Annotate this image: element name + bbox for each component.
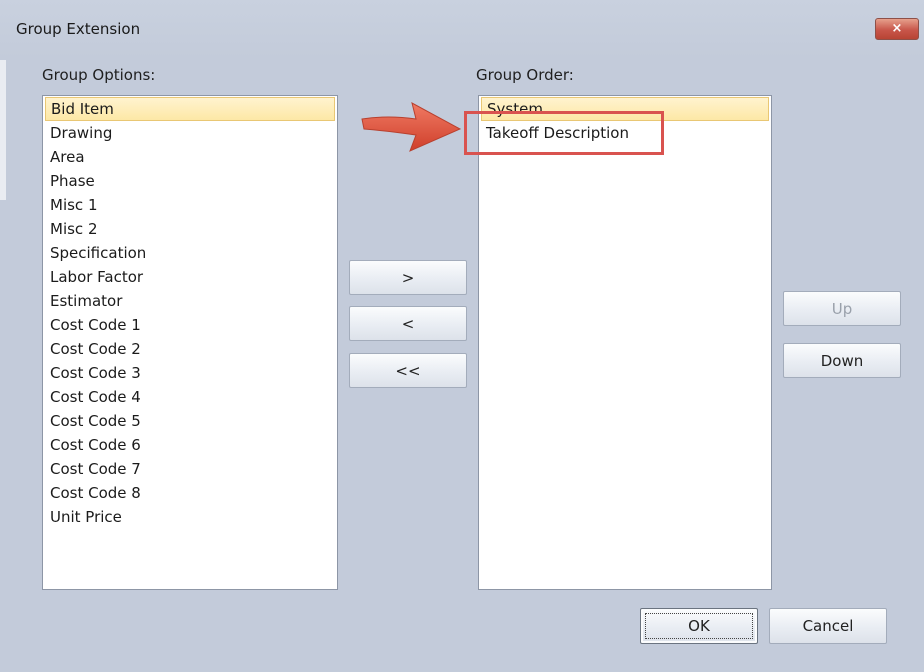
list-item[interactable]: Labor Factor	[45, 265, 335, 289]
annotation-arrow-icon	[361, 102, 462, 152]
window-title: Group Extension	[16, 20, 141, 38]
group-extension-dialog: Group Extension × Group Options: Bid Ite…	[0, 0, 924, 672]
list-item[interactable]: Bid Item	[45, 97, 335, 121]
remove-all-button[interactable]: <<	[349, 353, 467, 388]
list-item[interactable]: Specification	[45, 241, 335, 265]
title-bar: Group Extension ×	[0, 0, 924, 58]
focus-rectangle	[645, 613, 753, 639]
list-item[interactable]: Misc 1	[45, 193, 335, 217]
list-item[interactable]: Cost Code 3	[45, 361, 335, 385]
group-options-label: Group Options:	[42, 66, 156, 84]
list-item[interactable]: Misc 2	[45, 217, 335, 241]
group-order-list[interactable]: System Takeoff Description	[478, 95, 772, 590]
list-item[interactable]: Unit Price	[45, 505, 335, 529]
group-options-list[interactable]: Bid Item Drawing Area Phase Misc 1 Misc …	[42, 95, 338, 590]
list-item[interactable]: Cost Code 7	[45, 457, 335, 481]
cancel-button[interactable]: Cancel	[769, 608, 887, 644]
add-button[interactable]: >	[349, 260, 467, 295]
list-item[interactable]: Area	[45, 145, 335, 169]
list-item[interactable]: Phase	[45, 169, 335, 193]
window-edge-strip	[0, 60, 6, 200]
list-item[interactable]: Cost Code 1	[45, 313, 335, 337]
close-button[interactable]: ×	[875, 18, 919, 40]
close-icon: ×	[891, 21, 903, 36]
list-item[interactable]: Cost Code 8	[45, 481, 335, 505]
list-item[interactable]: Estimator	[45, 289, 335, 313]
down-button[interactable]: Down	[783, 343, 901, 378]
up-button[interactable]: Up	[783, 291, 901, 326]
list-item[interactable]: Cost Code 2	[45, 337, 335, 361]
group-order-label: Group Order:	[476, 66, 574, 84]
list-item[interactable]: Cost Code 4	[45, 385, 335, 409]
list-item[interactable]: Drawing	[45, 121, 335, 145]
list-item[interactable]: Cost Code 6	[45, 433, 335, 457]
list-item[interactable]: Cost Code 5	[45, 409, 335, 433]
remove-button[interactable]: <	[349, 306, 467, 341]
ok-button[interactable]: OK	[640, 608, 758, 644]
annotation-highlight-box	[464, 111, 664, 155]
